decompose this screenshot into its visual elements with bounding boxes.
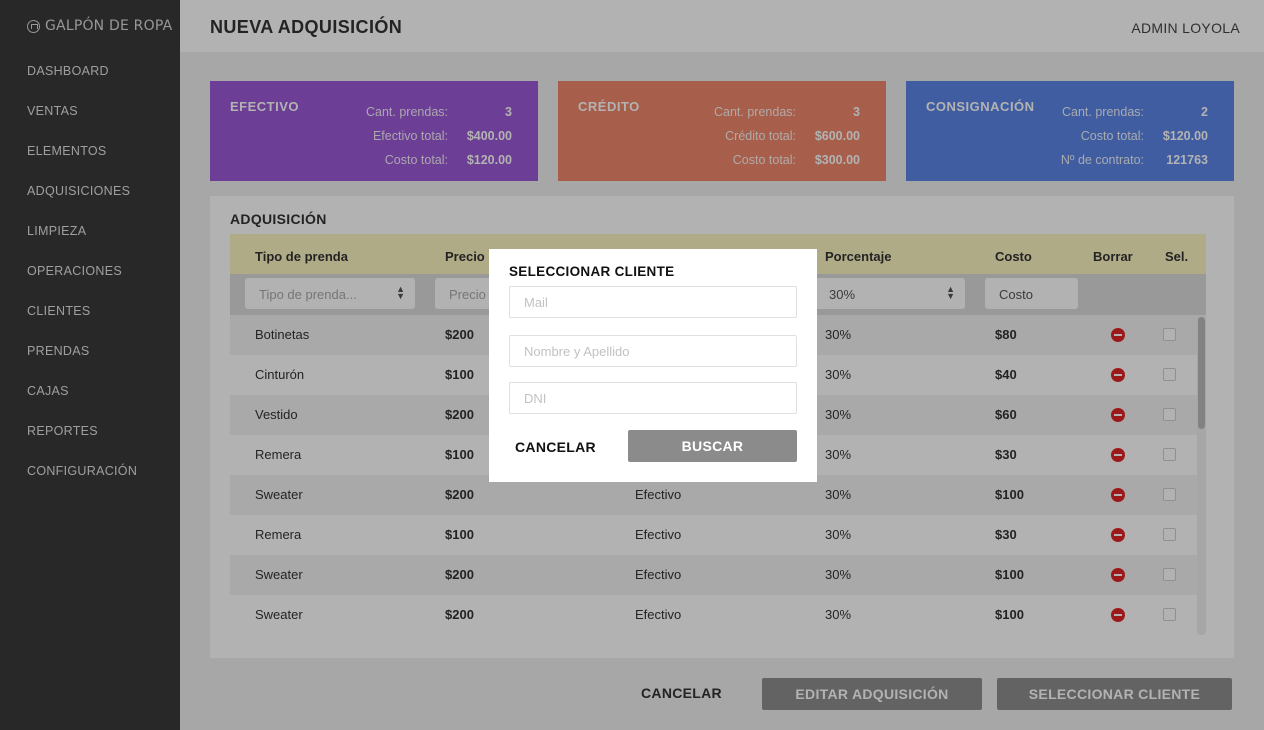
select-client-modal: SELECCIONAR CLIENTE CANCELAR BUSCAR	[489, 249, 817, 482]
name-input[interactable]	[509, 335, 797, 367]
dni-input[interactable]	[509, 382, 797, 414]
modal-cancel-button[interactable]: CANCELAR	[515, 439, 596, 455]
search-button[interactable]: BUSCAR	[628, 430, 797, 462]
mail-input[interactable]	[509, 286, 797, 318]
modal-title: SELECCIONAR CLIENTE	[509, 264, 675, 279]
